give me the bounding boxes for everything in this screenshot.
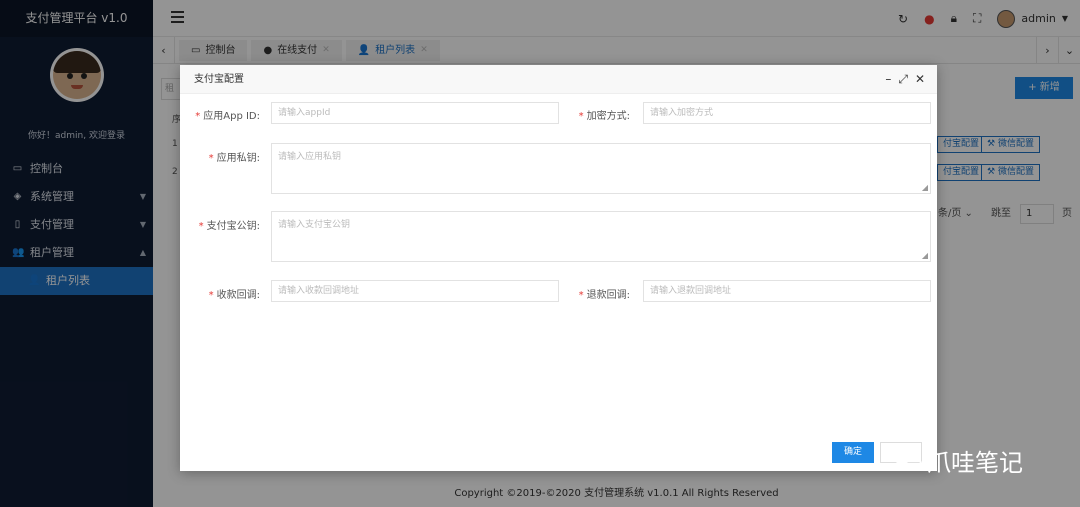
notify-label: * 收款回调: bbox=[208, 290, 260, 301]
encrypt-label: * 加密方式: bbox=[578, 111, 630, 122]
encrypt-input[interactable]: 请输入加密方式 bbox=[643, 102, 931, 124]
resize-grip-icon[interactable]: ◢ bbox=[922, 251, 928, 260]
wechat-icon bbox=[893, 448, 923, 474]
watermark-text: 爪哇笔记 bbox=[927, 449, 1023, 477]
private-key-label: * 应用私钥: bbox=[208, 153, 260, 164]
appid-input[interactable]: 请输入appId bbox=[271, 102, 559, 124]
close-icon[interactable]: ✕ bbox=[915, 65, 925, 94]
private-key-textarea[interactable]: 请输入应用私钥 ◢ bbox=[271, 143, 931, 194]
refund-label: * 退款回调: bbox=[578, 290, 630, 301]
dialog-title: 支付宝配置 bbox=[194, 74, 244, 85]
notify-url-input[interactable]: 请输入收款回调地址 bbox=[271, 280, 559, 302]
placeholder-text: 请输入应用私钥 bbox=[278, 152, 342, 162]
refund-url-input[interactable]: 请输入退款回调地址 bbox=[643, 280, 931, 302]
placeholder-text: 请输入支付宝公钥 bbox=[278, 220, 351, 230]
watermark: 爪哇笔记 bbox=[893, 443, 1023, 478]
maximize-icon[interactable]: ⤢ bbox=[898, 65, 908, 94]
minimize-icon[interactable]: – bbox=[885, 65, 891, 94]
public-key-label: * 支付宝公钥: bbox=[198, 221, 260, 232]
appid-label: * 应用App ID: bbox=[195, 111, 260, 122]
public-key-textarea[interactable]: 请输入支付宝公钥 ◢ bbox=[271, 211, 931, 262]
resize-grip-icon[interactable]: ◢ bbox=[922, 183, 928, 192]
confirm-button[interactable]: 确定 bbox=[832, 442, 874, 463]
alipay-config-dialog: 支付宝配置 – ⤢ ✕ * 应用App ID: 请输入appId * 加密方式: 请… bbox=[180, 65, 937, 471]
